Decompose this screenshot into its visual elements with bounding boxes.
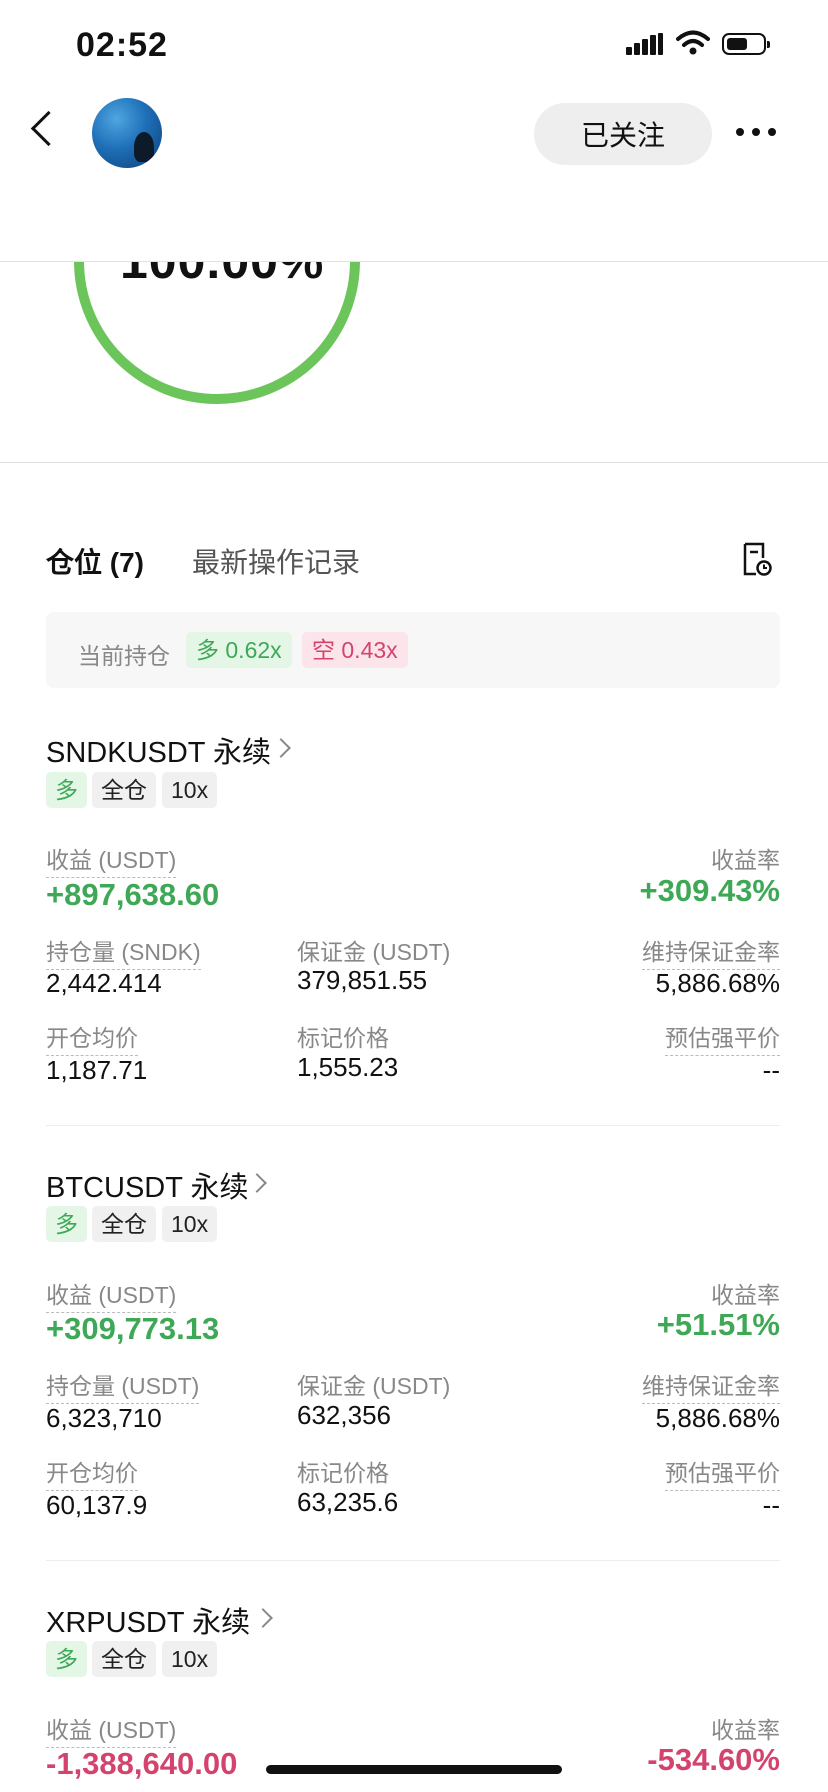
direction-tag: 多 [46, 772, 87, 808]
long-ratio-badge: 多 0.62x [186, 632, 292, 668]
margin-label: 保证金 (USDT) [297, 939, 451, 965]
maint-value: 5,886.68% [655, 968, 780, 998]
maint-value: 5,886.68% [655, 1403, 780, 1433]
roe-label: 收益率 [711, 847, 780, 873]
leverage-tag: 10x [162, 1641, 218, 1677]
liq-label: 预估强平价 [665, 1019, 780, 1056]
entry-label: 开仓均价 [46, 1454, 138, 1491]
position-title[interactable]: XRPUSDT 永续 [46, 1599, 250, 1641]
chevron-right-icon[interactable] [253, 1608, 273, 1628]
size-value: 2,442.414 [46, 968, 162, 998]
liq-value: -- [762, 1490, 780, 1520]
mark-label: 标记价格 [297, 1025, 389, 1051]
liq-value: -- [762, 1055, 780, 1085]
back-icon[interactable] [30, 110, 67, 147]
margin-mode-tag: 全仓 [92, 772, 156, 808]
leverage-tag: 10x [162, 1206, 218, 1242]
size-label: 持仓量 (USDT) [46, 1367, 200, 1404]
tab-records[interactable]: 最新操作记录 [192, 541, 360, 581]
margin-mode-tag: 全仓 [92, 1206, 156, 1242]
position-divider [46, 1560, 780, 1561]
direction-tag: 多 [46, 1641, 87, 1677]
margin-mode-tag: 全仓 [92, 1641, 156, 1677]
roe-label: 收益率 [711, 1282, 780, 1308]
pnl-label: 收益 (USDT) [46, 1276, 177, 1313]
mark-label: 标记价格 [297, 1460, 389, 1486]
pnl-label: 收益 (USDT) [46, 1711, 177, 1748]
short-ratio-badge: 空 0.43x [302, 632, 408, 668]
home-indicator[interactable] [266, 1765, 562, 1774]
entry-value: 1,187.71 [46, 1055, 148, 1085]
pnl-value: -1,388,640.00 [46, 1746, 238, 1781]
entry-value: 60,137.9 [46, 1490, 148, 1520]
holdings-label: 当前持仓 [78, 643, 170, 669]
position-title[interactable]: BTCUSDT 永续 [46, 1164, 248, 1206]
section-divider [0, 462, 828, 463]
avatar[interactable] [92, 98, 162, 168]
ring-value: 100.00% [120, 262, 324, 290]
battery-icon [722, 33, 770, 55]
status-time: 02:52 [76, 26, 168, 64]
margin-label: 保证金 (USDT) [297, 1373, 451, 1399]
margin-value: 379,851.55 [297, 965, 428, 995]
tab-positions[interactable]: 仓位 (7) [46, 541, 144, 581]
pnl-label: 收益 (USDT) [46, 841, 177, 878]
holdings-summary: 当前持仓 多 0.62x 空 0.43x [46, 612, 780, 688]
maint-label: 维持保证金率 [642, 1367, 780, 1404]
chevron-right-icon[interactable] [271, 738, 291, 758]
mark-value: 63,235.6 [297, 1487, 399, 1517]
leverage-tag: 10x [162, 772, 218, 808]
maint-label: 维持保证金率 [642, 933, 780, 970]
liq-label: 预估强平价 [665, 1454, 780, 1491]
roe-label: 收益率 [711, 1717, 780, 1743]
position-divider [46, 1125, 780, 1126]
mark-value: 1,555.23 [297, 1052, 399, 1082]
win-rate-ring: 100.00% [0, 262, 828, 462]
margin-value: 632,356 [297, 1400, 391, 1430]
position-title[interactable]: SNDKUSDT 永续 [46, 729, 271, 771]
wifi-icon [676, 30, 710, 55]
history-doc-icon[interactable] [742, 542, 772, 576]
chevron-right-icon[interactable] [247, 1173, 267, 1193]
follow-button[interactable]: 已关注 [534, 103, 712, 165]
roe-value: +51.51% [656, 1307, 780, 1342]
pnl-value: +897,638.60 [46, 877, 220, 912]
size-value: 6,323,710 [46, 1403, 162, 1433]
direction-tag: 多 [46, 1206, 87, 1242]
more-icon[interactable] [736, 128, 776, 136]
signal-icon [626, 33, 664, 55]
pnl-value: +309,773.13 [46, 1311, 220, 1346]
roe-value: +309.43% [639, 873, 780, 908]
roe-value: -534.60% [647, 1742, 780, 1777]
size-label: 持仓量 (SNDK) [46, 933, 201, 970]
entry-label: 开仓均价 [46, 1019, 138, 1056]
